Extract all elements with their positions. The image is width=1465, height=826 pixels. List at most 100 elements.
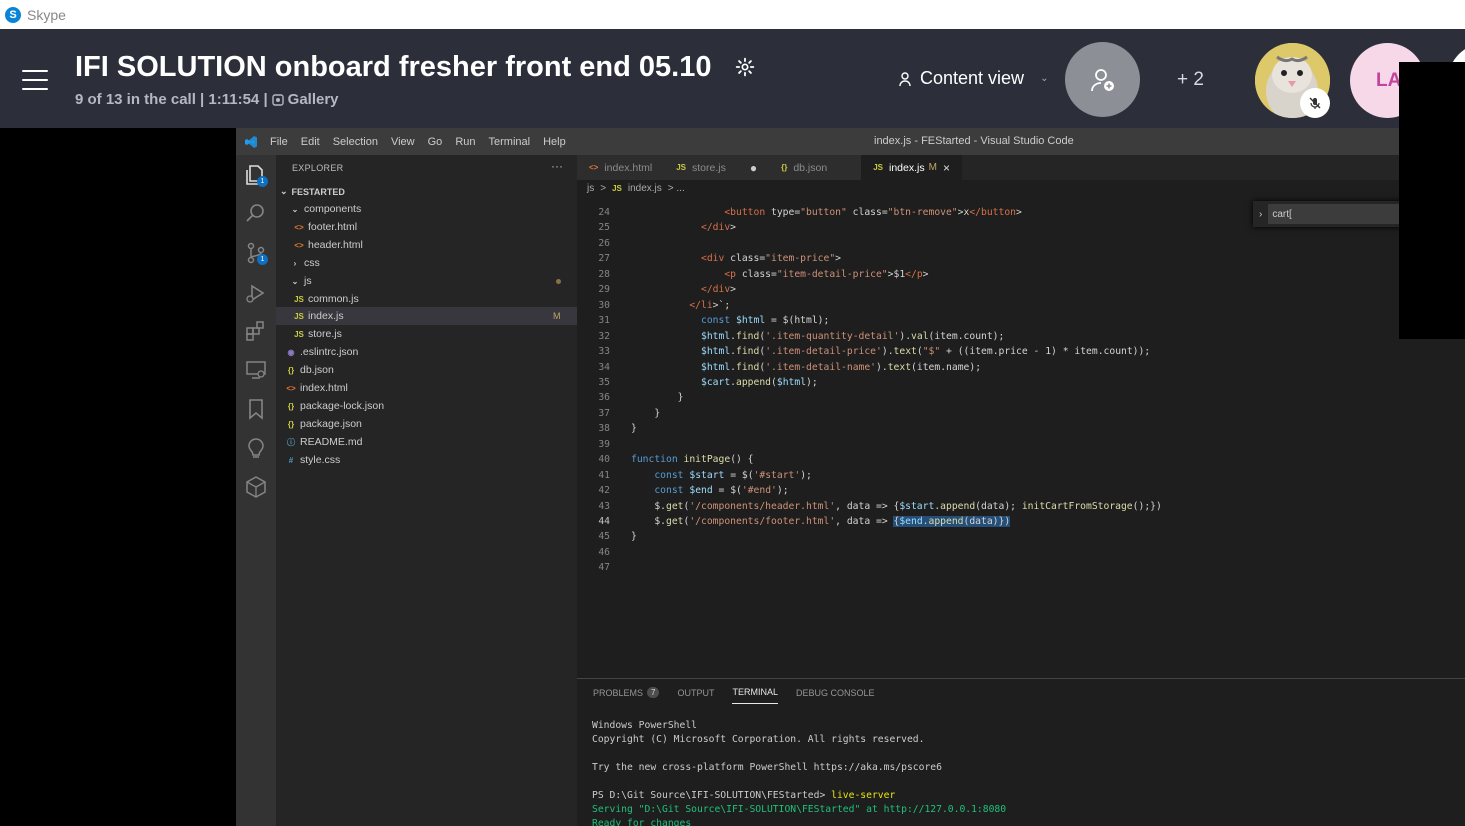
tab-db-json[interactable]: {} db.json <box>769 155 862 180</box>
tree-item-components[interactable]: ⌄ components <box>276 200 577 218</box>
more-participants-count[interactable]: + 2 <box>1177 69 1204 91</box>
code-line[interactable]: 37 } <box>577 406 1465 422</box>
content-view-dropdown[interactable]: Content view ⌄ <box>898 68 1048 89</box>
menu-edit[interactable]: Edit <box>301 136 320 148</box>
tree-item-package-json[interactable]: {} package.json <box>276 415 577 433</box>
tab-index-js[interactable]: JS index.js M × <box>861 155 962 180</box>
run-debug-icon[interactable] <box>244 281 268 305</box>
breadcrumb-folder[interactable]: js <box>587 183 594 194</box>
tree-item-js[interactable]: ⌄ js <box>276 272 577 290</box>
chevron-right-icon[interactable]: › <box>1259 209 1262 220</box>
workspace-folder[interactable]: ⌄ FESTARTED <box>280 186 345 197</box>
tree-item-db-json[interactable]: {} db.json <box>276 361 577 379</box>
code-line[interactable]: 38} <box>577 421 1465 437</box>
tree-item-css[interactable]: › css <box>276 254 577 272</box>
code-line[interactable]: 47 <box>577 560 1465 576</box>
menu-icon[interactable] <box>22 70 48 90</box>
eslint-icon: ◉ <box>287 347 295 357</box>
menu-terminal[interactable]: Terminal <box>489 136 531 148</box>
menu-selection[interactable]: Selection <box>333 136 378 148</box>
info-icon: ⓘ <box>287 437 295 447</box>
tab-problems[interactable]: PROBLEMS 7 <box>593 687 660 704</box>
gallery-link[interactable]: Gallery <box>288 91 339 108</box>
extensions-icon[interactable] <box>244 319 268 343</box>
bookmark-icon[interactable] <box>244 397 268 421</box>
json-icon: {} <box>287 401 295 411</box>
tree-item-label: components <box>304 203 362 215</box>
tab-debug-console[interactable]: DEBUG CONSOLE <box>796 687 875 704</box>
app-name: Skype <box>27 6 66 23</box>
tree-item-eslintrc[interactable]: ◉ .eslintrc.json <box>276 343 577 361</box>
code-editor[interactable]: 24 <button type="button" class="btn-remo… <box>577 205 1465 585</box>
menu-view[interactable]: View <box>391 136 415 148</box>
search-icon[interactable] <box>244 201 268 225</box>
workspace-folder-label: FESTARTED <box>291 186 345 197</box>
remote-explorer-icon[interactable] <box>244 358 268 382</box>
tree-item-package-lock[interactable]: {} package-lock.json <box>276 397 577 415</box>
code-line[interactable]: 31 const $html = $(html); <box>577 313 1465 329</box>
line-code: function initPage() { <box>631 454 754 466</box>
line-code: } <box>631 392 684 404</box>
tree-item-style-css[interactable]: # style.css <box>276 451 577 469</box>
tree-item-index-html[interactable]: <> index.html <box>276 379 577 397</box>
tree-item-header-html[interactable]: <> header.html <box>276 236 577 254</box>
tab-label: OUTPUT <box>677 687 715 698</box>
tab-label: index.js <box>888 161 925 174</box>
unsaved-dot-icon[interactable]: ● <box>750 161 757 175</box>
code-line[interactable]: 29 </div> <box>577 282 1465 298</box>
breadcrumb-symbol[interactable]: > ... <box>668 183 685 194</box>
tree-item-store-js[interactable]: JS store.js <box>276 325 577 343</box>
settings-gear-icon[interactable] <box>735 57 755 77</box>
tab-index-html[interactable]: <> index.html <box>577 155 665 180</box>
menu-go[interactable]: Go <box>428 136 443 148</box>
code-line[interactable]: 44 $.get('/components/footer.html', data… <box>577 514 1465 530</box>
code-line[interactable]: 45} <box>577 529 1465 545</box>
scm-badge: 1 <box>257 254 268 265</box>
code-line[interactable]: 27 <div class="item-price"> <box>577 251 1465 267</box>
modified-dot <box>556 278 561 284</box>
more-actions-icon[interactable]: ··· <box>551 159 563 173</box>
code-line[interactable]: 43 $.get('/components/header.html', data… <box>577 499 1465 515</box>
tab-label: index.html <box>604 161 653 174</box>
bottom-panel: PROBLEMS 7 OUTPUT TERMINAL DEBUG CONSOLE … <box>577 678 1465 826</box>
tab-terminal[interactable]: TERMINAL <box>732 687 778 704</box>
tree-item-index-js[interactable]: JS index.js M <box>276 307 577 325</box>
tree-item-common-js[interactable]: JS common.js <box>276 290 577 308</box>
code-line[interactable]: 28 <p class="item-detail-price">$1</p> <box>577 267 1465 283</box>
panel-tabs: PROBLEMS 7 OUTPUT TERMINAL DEBUG CONSOLE <box>593 687 875 704</box>
call-status: 9 of 13 in the call | 1:11:54 | <box>75 91 268 108</box>
code-line[interactable]: 42 const $end = $('#end'); <box>577 483 1465 499</box>
menu-run[interactable]: Run <box>455 136 475 148</box>
tab-label: store.js <box>692 161 726 174</box>
code-line[interactable]: 46 <box>577 545 1465 561</box>
tab-output[interactable]: OUTPUT <box>677 687 714 704</box>
chevron-down-icon: ⌄ <box>280 186 288 196</box>
menu-file[interactable]: File <box>270 136 288 148</box>
testing-icon[interactable] <box>244 436 268 460</box>
tab-store-js[interactable]: JS store.js ● <box>664 155 770 180</box>
menu-help[interactable]: Help <box>543 136 566 148</box>
muted-mic-icon <box>1300 88 1330 118</box>
docker-icon[interactable] <box>244 475 268 499</box>
close-icon[interactable]: × <box>943 161 950 175</box>
breadcrumb-file[interactable]: index.js <box>628 183 662 194</box>
code-line[interactable]: 36 } <box>577 390 1465 406</box>
code-line[interactable]: 34 $html.find('.item-detail-name').text(… <box>577 360 1465 376</box>
terminal-output[interactable]: Windows PowerShell Copyright (C) Microso… <box>592 719 1006 826</box>
code-line[interactable]: 26 <box>577 236 1465 252</box>
tree-item-readme[interactable]: ⓘ README.md <box>276 433 577 451</box>
skype-title-bar: S Skype <box>0 0 1465 29</box>
code-line[interactable]: 40 function initPage() { <box>577 452 1465 468</box>
video-overlay <box>1399 62 1465 339</box>
code-line[interactable]: 30 </li>`; <box>577 298 1465 314</box>
code-line[interactable]: 35 $cart.append($html); <box>577 375 1465 391</box>
code-line[interactable]: 33 $html.find('.item-detail-price').text… <box>577 344 1465 360</box>
tree-item-label: css <box>304 257 320 269</box>
code-line[interactable]: 32 $html.find('.item-quantity-detail').v… <box>577 329 1465 345</box>
tree-item-footer-html[interactable]: <> footer.html <box>276 218 577 236</box>
modified-badge: M <box>553 311 561 321</box>
code-line[interactable]: 39 <box>577 437 1465 453</box>
add-people-button[interactable] <box>1065 42 1140 117</box>
code-line[interactable]: 41 const $start = $('#start'); <box>577 468 1465 484</box>
gallery-icon <box>271 93 284 106</box>
